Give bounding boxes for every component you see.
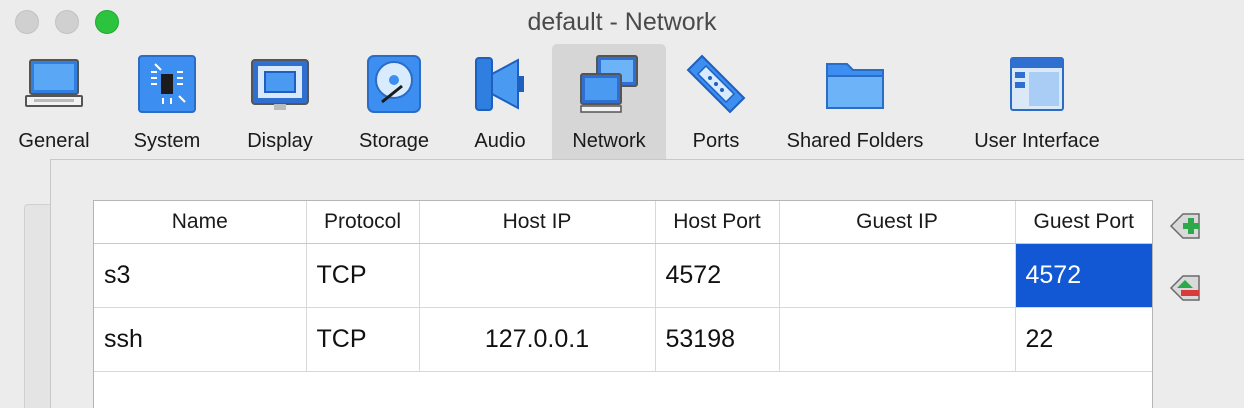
display-monitor-icon (251, 59, 309, 110)
tab-label: System (133, 130, 201, 152)
shared-folder-icon (826, 63, 884, 109)
cell-protocol[interactable]: TCP (306, 307, 420, 372)
column-header-host-port[interactable]: Host Port (655, 201, 780, 244)
cell-host-ip[interactable] (419, 243, 656, 308)
tab-shared-folders[interactable]: Shared Folders (776, 44, 934, 159)
column-header-name[interactable]: Name (94, 201, 307, 244)
table-header-row: Name Protocol Host IP Host Port Guest IP… (94, 201, 1152, 244)
remove-rule-icon[interactable] (1167, 270, 1203, 306)
tab-display[interactable]: Display (236, 44, 324, 159)
cell-guest-port[interactable]: 4572 (1015, 243, 1152, 308)
ports-connector-icon (686, 54, 746, 114)
tab-audio[interactable]: Audio (462, 44, 538, 159)
tab-system[interactable]: System (123, 44, 211, 159)
tab-label: Network (572, 130, 646, 152)
cell-guest-ip[interactable] (779, 243, 1016, 308)
table-row[interactable]: s3 TCP 4572 4572 (94, 243, 1152, 308)
tab-general[interactable]: General (10, 44, 98, 159)
column-header-guest-ip[interactable]: Guest IP (779, 201, 1016, 244)
tab-storage[interactable]: Storage (349, 44, 439, 159)
tab-label: Display (247, 130, 313, 152)
tab-user-interface[interactable]: User Interface (960, 44, 1114, 159)
cell-host-ip[interactable]: 127.0.0.1 (419, 307, 656, 372)
cell-guest-ip[interactable] (779, 307, 1016, 372)
add-rule-icon[interactable] (1167, 208, 1203, 244)
tab-label: General (18, 130, 90, 152)
tab-label: User Interface (974, 130, 1100, 152)
cell-host-port[interactable]: 53198 (655, 307, 780, 372)
settings-toolbar: General System Display Storage Audio Net… (0, 44, 1244, 159)
cell-name[interactable]: s3 (94, 243, 307, 308)
tab-label: Shared Folders (786, 130, 924, 152)
column-header-host-ip[interactable]: Host IP (419, 201, 656, 244)
storage-disk-icon (367, 55, 421, 113)
tab-network[interactable]: Network (552, 44, 666, 159)
cell-guest-port[interactable]: 22 (1015, 307, 1152, 372)
tab-label: Storage (358, 130, 430, 152)
tab-label: Ports (692, 130, 740, 152)
general-icon (25, 59, 83, 107)
column-header-protocol[interactable]: Protocol (306, 201, 420, 244)
audio-speaker-icon (475, 57, 524, 111)
network-icon (580, 55, 638, 113)
window-title: default - Network (527, 8, 717, 36)
cell-protocol[interactable]: TCP (306, 243, 420, 308)
port-forwarding-table[interactable]: Name Protocol Host IP Host Port Guest IP… (93, 200, 1153, 408)
tab-label: Audio (474, 130, 526, 152)
user-interface-icon (1010, 57, 1064, 111)
cell-name[interactable]: ssh (94, 307, 307, 372)
table-row[interactable]: ssh TCP 127.0.0.1 53198 22 (94, 307, 1152, 372)
system-chip-icon (138, 55, 196, 113)
title-bar: default - Network (0, 0, 1244, 44)
tab-ports[interactable]: Ports (680, 44, 752, 159)
cell-host-port[interactable]: 4572 (655, 243, 780, 308)
column-header-guest-port[interactable]: Guest Port (1015, 201, 1152, 244)
adapter-tabs-edge (24, 204, 50, 408)
